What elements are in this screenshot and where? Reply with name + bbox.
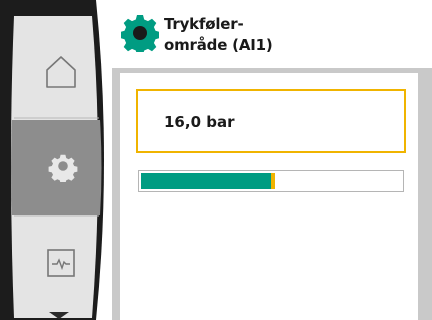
- gear-icon: [121, 15, 159, 52]
- value-field[interactable]: 16,0 bar: [136, 89, 406, 153]
- gear-icon[interactable]: [47, 150, 79, 182]
- pulse-chart-icon[interactable]: [46, 248, 76, 278]
- header: Trykføler- område (AI1): [112, 0, 432, 68]
- level-bar: [138, 170, 404, 192]
- value-text: 16,0 bar: [164, 113, 235, 131]
- level-bar-fill: [141, 173, 271, 189]
- page-title-line2: område (AI1): [164, 36, 273, 54]
- level-bar-marker: [271, 173, 275, 189]
- home-icon[interactable]: [44, 54, 78, 90]
- page-title: Trykføler- område (AI1): [164, 14, 273, 56]
- page-title-line1: Trykføler-: [164, 15, 244, 33]
- sidebar: [0, 0, 112, 320]
- chevron-down-icon[interactable]: [48, 312, 70, 320]
